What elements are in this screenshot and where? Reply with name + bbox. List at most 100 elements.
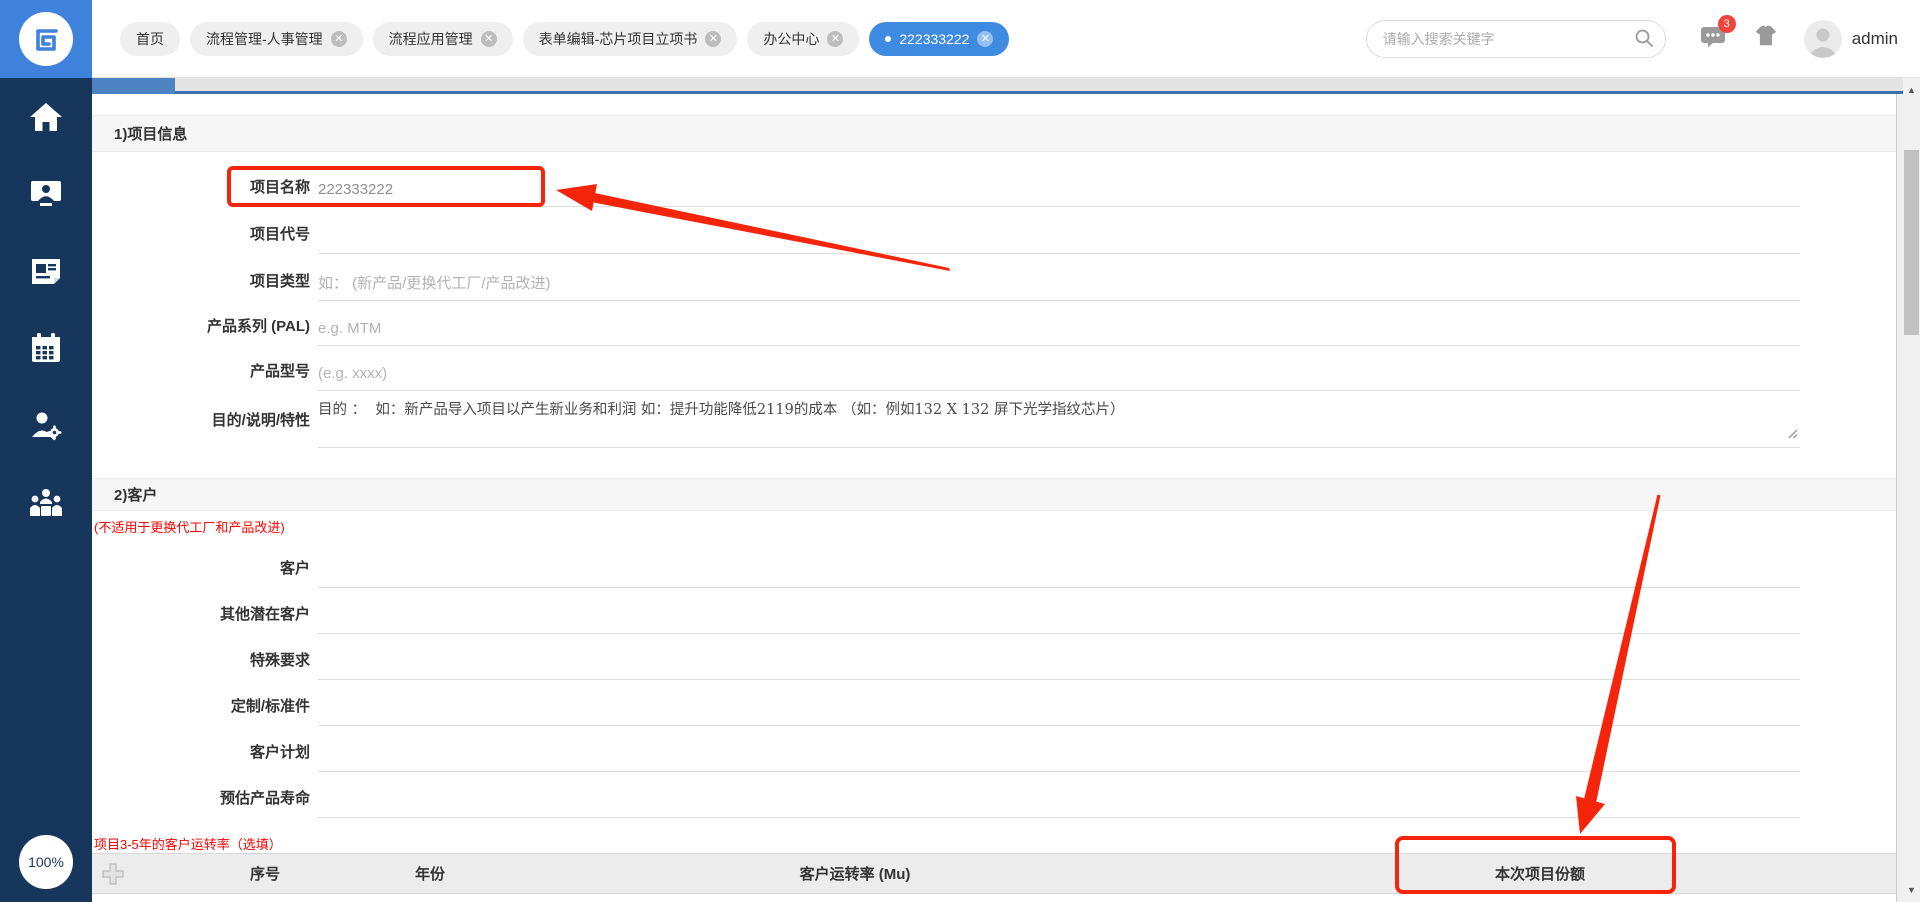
section-header-project-info: 1)项目信息: [92, 115, 1896, 152]
resize-handle-icon[interactable]: [1786, 426, 1798, 444]
tab-process-app[interactable]: 流程应用管理 ✕: [372, 21, 513, 56]
product-life-input[interactable]: [318, 784, 1800, 817]
scrollbar-thumb[interactable]: [1904, 150, 1919, 335]
meeting-icon: [30, 488, 62, 516]
project-name-input[interactable]: [318, 173, 1800, 206]
customer-section-note: (不适用于更换代工厂和产品改进): [94, 520, 285, 535]
col-header-seq: 序号: [249, 866, 280, 883]
field-label: 项目代号: [249, 226, 310, 243]
tab-bar: 首页 流程管理-人事管理 ✕ 流程应用管理 ✕ 表单编辑-芯片项目立项书 ✕ 办…: [120, 21, 1366, 56]
tab-office-center[interactable]: 办公中心 ✕: [747, 21, 860, 56]
field-label: 定制/标准件: [230, 698, 310, 715]
col-header-project-share: 本次项目份额: [1494, 866, 1585, 883]
tab-label: 222333222: [899, 30, 970, 47]
close-icon[interactable]: ✕: [705, 30, 722, 47]
col-header-turnover: 客户运转率 (Mu): [799, 866, 911, 883]
field-row-product-series: 产品系列 (PAL): [92, 299, 1896, 346]
field-row-product-model: 产品型号: [92, 344, 1896, 391]
field-row-project-code: 项目代号: [92, 207, 1896, 254]
turnover-table-header: 序号 年份 客户运转率 (Mu) 本次项目份额: [92, 853, 1896, 894]
vertical-scrollbar[interactable]: ▲ ▼: [1903, 78, 1920, 902]
other-customers-input[interactable]: [318, 600, 1800, 633]
field-row-purpose: 目的/说明/特性 目的 ： 如：新产品导入项目以产生新业务和利润 如：提升功能降…: [92, 390, 1896, 448]
search-icon[interactable]: [1634, 28, 1654, 53]
field-label: 目的/说明/特性: [211, 412, 310, 429]
tab-label: 首页: [136, 30, 164, 47]
close-icon[interactable]: ✕: [827, 30, 844, 47]
sidebar: 100%: [0, 78, 92, 902]
field-label: 产品型号: [249, 363, 310, 380]
section-title: 2)客户: [114, 487, 158, 504]
sidebar-item-calendar[interactable]: [0, 309, 92, 386]
avatar[interactable]: [1803, 19, 1842, 58]
sidebar-item-meeting[interactable]: [0, 463, 92, 540]
form-card: 1)项目信息 项目名称 项目代号 项目类型 产品系列 (PAL) 产品型号 目的…: [92, 94, 1897, 902]
project-code-input[interactable]: [318, 220, 1800, 253]
product-series-input[interactable]: [318, 312, 1800, 345]
field-row-project-name: 项目名称: [92, 160, 1896, 207]
user-monitor-icon: [31, 180, 61, 206]
logo-spiral-icon: [19, 12, 73, 66]
scroll-up-icon[interactable]: ▲: [1903, 80, 1920, 100]
tab-form-edit[interactable]: 表单编辑-芯片项目立项书 ✕: [522, 21, 738, 56]
field-label: 客户: [279, 560, 310, 577]
home-icon: [30, 102, 62, 131]
sidebar-item-news[interactable]: [0, 232, 92, 309]
customer-plan-input[interactable]: [318, 738, 1800, 771]
main-content: 1)项目信息 项目名称 项目代号 项目类型 产品系列 (PAL) 产品型号 目的…: [92, 78, 1903, 902]
close-icon[interactable]: ✕: [977, 30, 994, 47]
username-label[interactable]: admin: [1852, 29, 1898, 49]
col-header-year: 年份: [414, 866, 445, 883]
field-label: 其他潜在客户: [219, 606, 310, 623]
search-input[interactable]: [1365, 19, 1666, 58]
field-row-other-customers: 其他潜在客户: [92, 587, 1896, 634]
tab-label: 表单编辑-芯片项目立项书: [538, 30, 698, 47]
zoom-level-label: 100%: [28, 854, 64, 870]
add-row-button[interactable]: [102, 863, 124, 890]
project-type-input[interactable]: [318, 267, 1800, 300]
turnover-table-note: 项目3-5年的客户运转率（选填）: [94, 837, 282, 852]
product-model-input[interactable]: [318, 357, 1800, 390]
field-label: 产品系列 (PAL): [206, 318, 310, 335]
inner-tabstrip: [92, 78, 1903, 94]
field-label: 项目名称: [249, 179, 310, 196]
sidebar-item-home[interactable]: [0, 78, 92, 155]
app-logo[interactable]: [0, 0, 92, 78]
field-row-custom-standard: 定制/标准件: [92, 679, 1896, 726]
tab-label: 办公中心: [763, 30, 820, 47]
messages-button[interactable]: 3: [1700, 15, 1736, 53]
message-badge: 3: [1717, 15, 1736, 33]
calendar-icon: [32, 332, 60, 362]
news-icon: [32, 258, 60, 284]
field-label: 项目类型: [249, 273, 310, 290]
field-label: 预估产品寿命: [219, 790, 310, 807]
global-search: [1365, 19, 1666, 58]
field-row-customer: 客户: [92, 541, 1896, 588]
purpose-textarea[interactable]: 目的 ： 如：新产品导入项目以产生新业务和利润 如：提升功能降低2119的成本 …: [318, 392, 1800, 447]
zoom-level-button[interactable]: 100%: [19, 835, 73, 889]
custom-standard-input[interactable]: [318, 692, 1800, 725]
theme-button[interactable]: [1752, 24, 1778, 53]
field-row-special-requirements: 特殊要求: [92, 633, 1896, 680]
close-icon[interactable]: ✕: [330, 30, 347, 47]
plus-icon: [102, 863, 124, 885]
customer-input[interactable]: [318, 554, 1800, 587]
close-icon[interactable]: ✕: [480, 30, 497, 47]
tshirt-icon: [1755, 25, 1776, 46]
user-settings-icon: [32, 412, 62, 440]
section-header-customer: 2)客户: [92, 478, 1896, 511]
field-label: 客户计划: [249, 744, 310, 761]
tab-home[interactable]: 首页: [120, 21, 180, 56]
field-row-customer-plan: 客户计划: [92, 725, 1896, 772]
tab-process-hr[interactable]: 流程管理-人事管理 ✕: [190, 21, 363, 56]
special-requirements-input[interactable]: [318, 646, 1800, 679]
sidebar-item-user-settings[interactable]: [0, 386, 92, 463]
active-dot: [885, 35, 892, 42]
sidebar-item-user-monitor[interactable]: [0, 155, 92, 232]
tab-222333222-active[interactable]: 222333222 ✕: [869, 21, 1010, 56]
inner-active-tab[interactable]: [92, 78, 175, 94]
tab-label: 流程应用管理: [388, 30, 473, 47]
tab-label: 流程管理-人事管理: [206, 30, 323, 47]
scroll-down-icon[interactable]: ▼: [1903, 880, 1920, 900]
field-row-product-life: 预估产品寿命: [92, 771, 1896, 818]
